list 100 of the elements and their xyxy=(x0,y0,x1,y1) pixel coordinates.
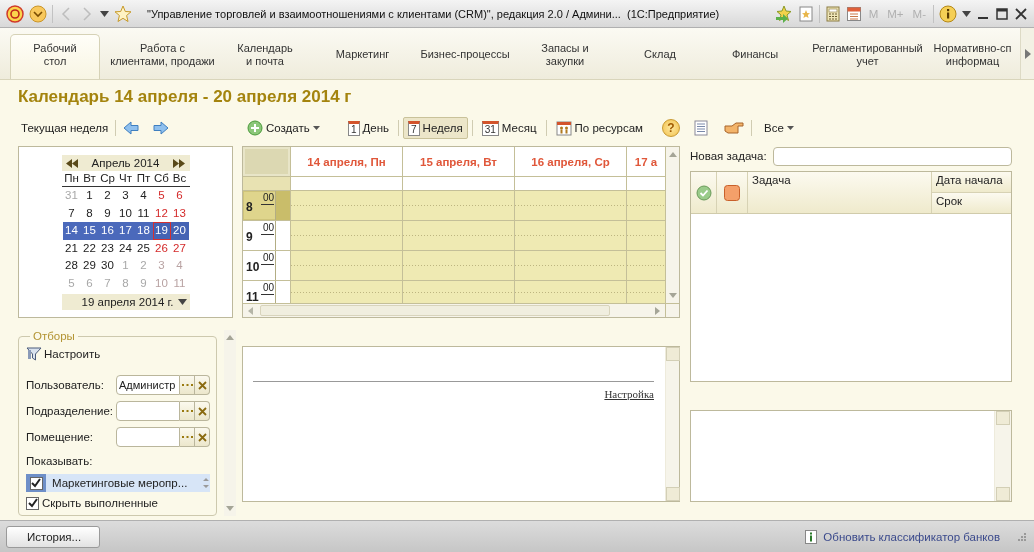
day-header[interactable]: 16 апреля, Ср xyxy=(515,147,626,176)
time-slot[interactable] xyxy=(515,191,626,220)
favorite-icon[interactable] xyxy=(774,4,793,23)
caret-icon[interactable] xyxy=(962,10,971,17)
section-tab[interactable]: Маркетинг xyxy=(305,34,420,79)
calendar-day[interactable]: 22 xyxy=(80,239,99,257)
all-day-slot[interactable] xyxy=(291,177,402,190)
help-button[interactable]: ? xyxy=(662,119,680,137)
history-button[interactable]: История... xyxy=(6,525,100,548)
section-tab[interactable]: Работа с клиентами, продажи xyxy=(100,34,225,79)
calendar-day[interactable]: 28 xyxy=(62,257,81,275)
day-header[interactable]: 15 апреля, Вт xyxy=(403,147,514,176)
column-header[interactable]: Дата начала xyxy=(932,172,1011,192)
scrollbar[interactable] xyxy=(665,347,679,501)
time-slot[interactable] xyxy=(627,191,665,220)
view-button[interactable]: 7 Неделя xyxy=(403,117,468,139)
calendar-day[interactable]: 29 xyxy=(80,257,99,275)
calendar-icon[interactable] xyxy=(845,5,862,22)
section-tab[interactable]: Регламентированный учет xyxy=(810,34,925,79)
time-slot[interactable] xyxy=(291,191,402,220)
hand-icon[interactable] xyxy=(724,121,744,135)
checkbox[interactable] xyxy=(29,476,43,490)
scroll-button[interactable] xyxy=(996,487,1010,501)
column-header[interactable] xyxy=(691,172,716,213)
update-link[interactable]: Обновить классификатор банков xyxy=(823,530,1000,543)
calendar-day[interactable]: 21 xyxy=(62,239,81,257)
input-field[interactable] xyxy=(772,146,1012,166)
text-field[interactable] xyxy=(116,427,180,447)
all-day-slot[interactable] xyxy=(627,177,665,190)
calendar-day[interactable]: 24 xyxy=(116,239,135,257)
calculator-icon[interactable] xyxy=(824,5,841,22)
calendar-day[interactable]: 30 xyxy=(98,257,117,275)
time-slot[interactable] xyxy=(403,191,514,220)
create-button[interactable]: Создать xyxy=(242,117,325,139)
calendar-day[interactable]: 5 xyxy=(152,187,171,205)
scroll-thumb[interactable] xyxy=(260,305,610,316)
all-day-slot[interactable] xyxy=(403,177,514,190)
section-tab[interactable]: Финансы xyxy=(700,34,810,79)
column-header[interactable]: Задача xyxy=(748,172,931,213)
view-button[interactable]: 31 Месяц xyxy=(476,117,542,139)
calendar-day[interactable]: 2 xyxy=(98,187,117,205)
calendar-day[interactable]: 7 xyxy=(62,204,81,222)
calendar-day[interactable]: 8 xyxy=(80,204,99,222)
scroll-button[interactable] xyxy=(665,487,680,501)
section-tab[interactable]: Запасы и закупки xyxy=(510,34,620,79)
info-icon[interactable] xyxy=(939,4,957,23)
time-slot[interactable] xyxy=(291,281,402,303)
checkbox[interactable] xyxy=(26,496,39,510)
bookmark-icon[interactable] xyxy=(797,5,814,22)
time-slot[interactable] xyxy=(403,281,514,303)
view-button[interactable]: 1 День xyxy=(342,117,395,139)
time-slot[interactable] xyxy=(515,281,626,303)
time-slot[interactable] xyxy=(627,221,665,250)
settings-link[interactable]: Настройка xyxy=(604,388,654,400)
scroll-button[interactable] xyxy=(996,411,1010,425)
time-slot[interactable] xyxy=(403,251,514,280)
calendar-day[interactable]: 13 xyxy=(170,204,189,222)
caret-icon[interactable] xyxy=(100,10,109,17)
spin-arrows-icon[interactable] xyxy=(202,477,210,489)
day-header[interactable]: 14 апреля, Пн xyxy=(291,147,402,176)
column-header[interactable]: Срок xyxy=(932,193,1011,213)
time-slot[interactable] xyxy=(403,221,514,250)
time-slot[interactable] xyxy=(627,251,665,280)
time-slot[interactable] xyxy=(291,221,402,250)
next-month-icon[interactable] xyxy=(172,158,187,168)
filter-dropdown[interactable]: Все xyxy=(759,117,799,139)
time-slot[interactable] xyxy=(515,221,626,250)
text-field[interactable]: Администр xyxy=(116,375,180,395)
calendar-day[interactable]: 6 xyxy=(170,187,189,205)
calendar-day[interactable]: 1 xyxy=(80,187,99,205)
section-tab[interactable]: Нормативно-сп информац xyxy=(925,34,1020,79)
current-week-button[interactable]: Текущая неделя xyxy=(21,122,109,134)
next-week-icon[interactable] xyxy=(153,121,170,135)
calendar-day[interactable]: 9 xyxy=(98,204,117,222)
view-button[interactable]: По ресурсам xyxy=(550,117,648,139)
calendar-day[interactable]: 23 xyxy=(98,239,117,257)
choose-button[interactable] xyxy=(180,401,195,421)
time-slot[interactable] xyxy=(291,251,402,280)
section-tab[interactable]: Календарь и почта xyxy=(225,34,305,79)
section-tab[interactable]: Бизнес-процессы xyxy=(420,34,510,79)
list-item[interactable]: Маркетинговые меропр... xyxy=(26,474,210,492)
calendar-day[interactable]: 12 xyxy=(152,204,171,222)
choose-button[interactable] xyxy=(180,427,195,447)
scrollbar[interactable] xyxy=(243,304,665,317)
dropdown-icon[interactable] xyxy=(29,4,47,23)
scrollbar[interactable] xyxy=(224,330,236,516)
column-header[interactable] xyxy=(717,172,747,213)
calendar-day[interactable]: 10 xyxy=(116,204,135,222)
previous-week-icon[interactable] xyxy=(123,121,140,135)
previous-month-icon[interactable] xyxy=(64,158,79,168)
calendar-day[interactable]: 14 xyxy=(62,222,81,240)
report-icon[interactable] xyxy=(694,120,708,136)
time-slot[interactable] xyxy=(515,251,626,280)
close-icon[interactable] xyxy=(1014,6,1028,21)
calendar-day[interactable]: 3 xyxy=(116,187,135,205)
text-field[interactable] xyxy=(116,401,180,421)
all-day-slot[interactable] xyxy=(515,177,626,190)
scrollbar[interactable] xyxy=(666,147,679,303)
maximize-icon[interactable] xyxy=(995,6,1009,21)
choose-button[interactable] xyxy=(180,375,195,395)
